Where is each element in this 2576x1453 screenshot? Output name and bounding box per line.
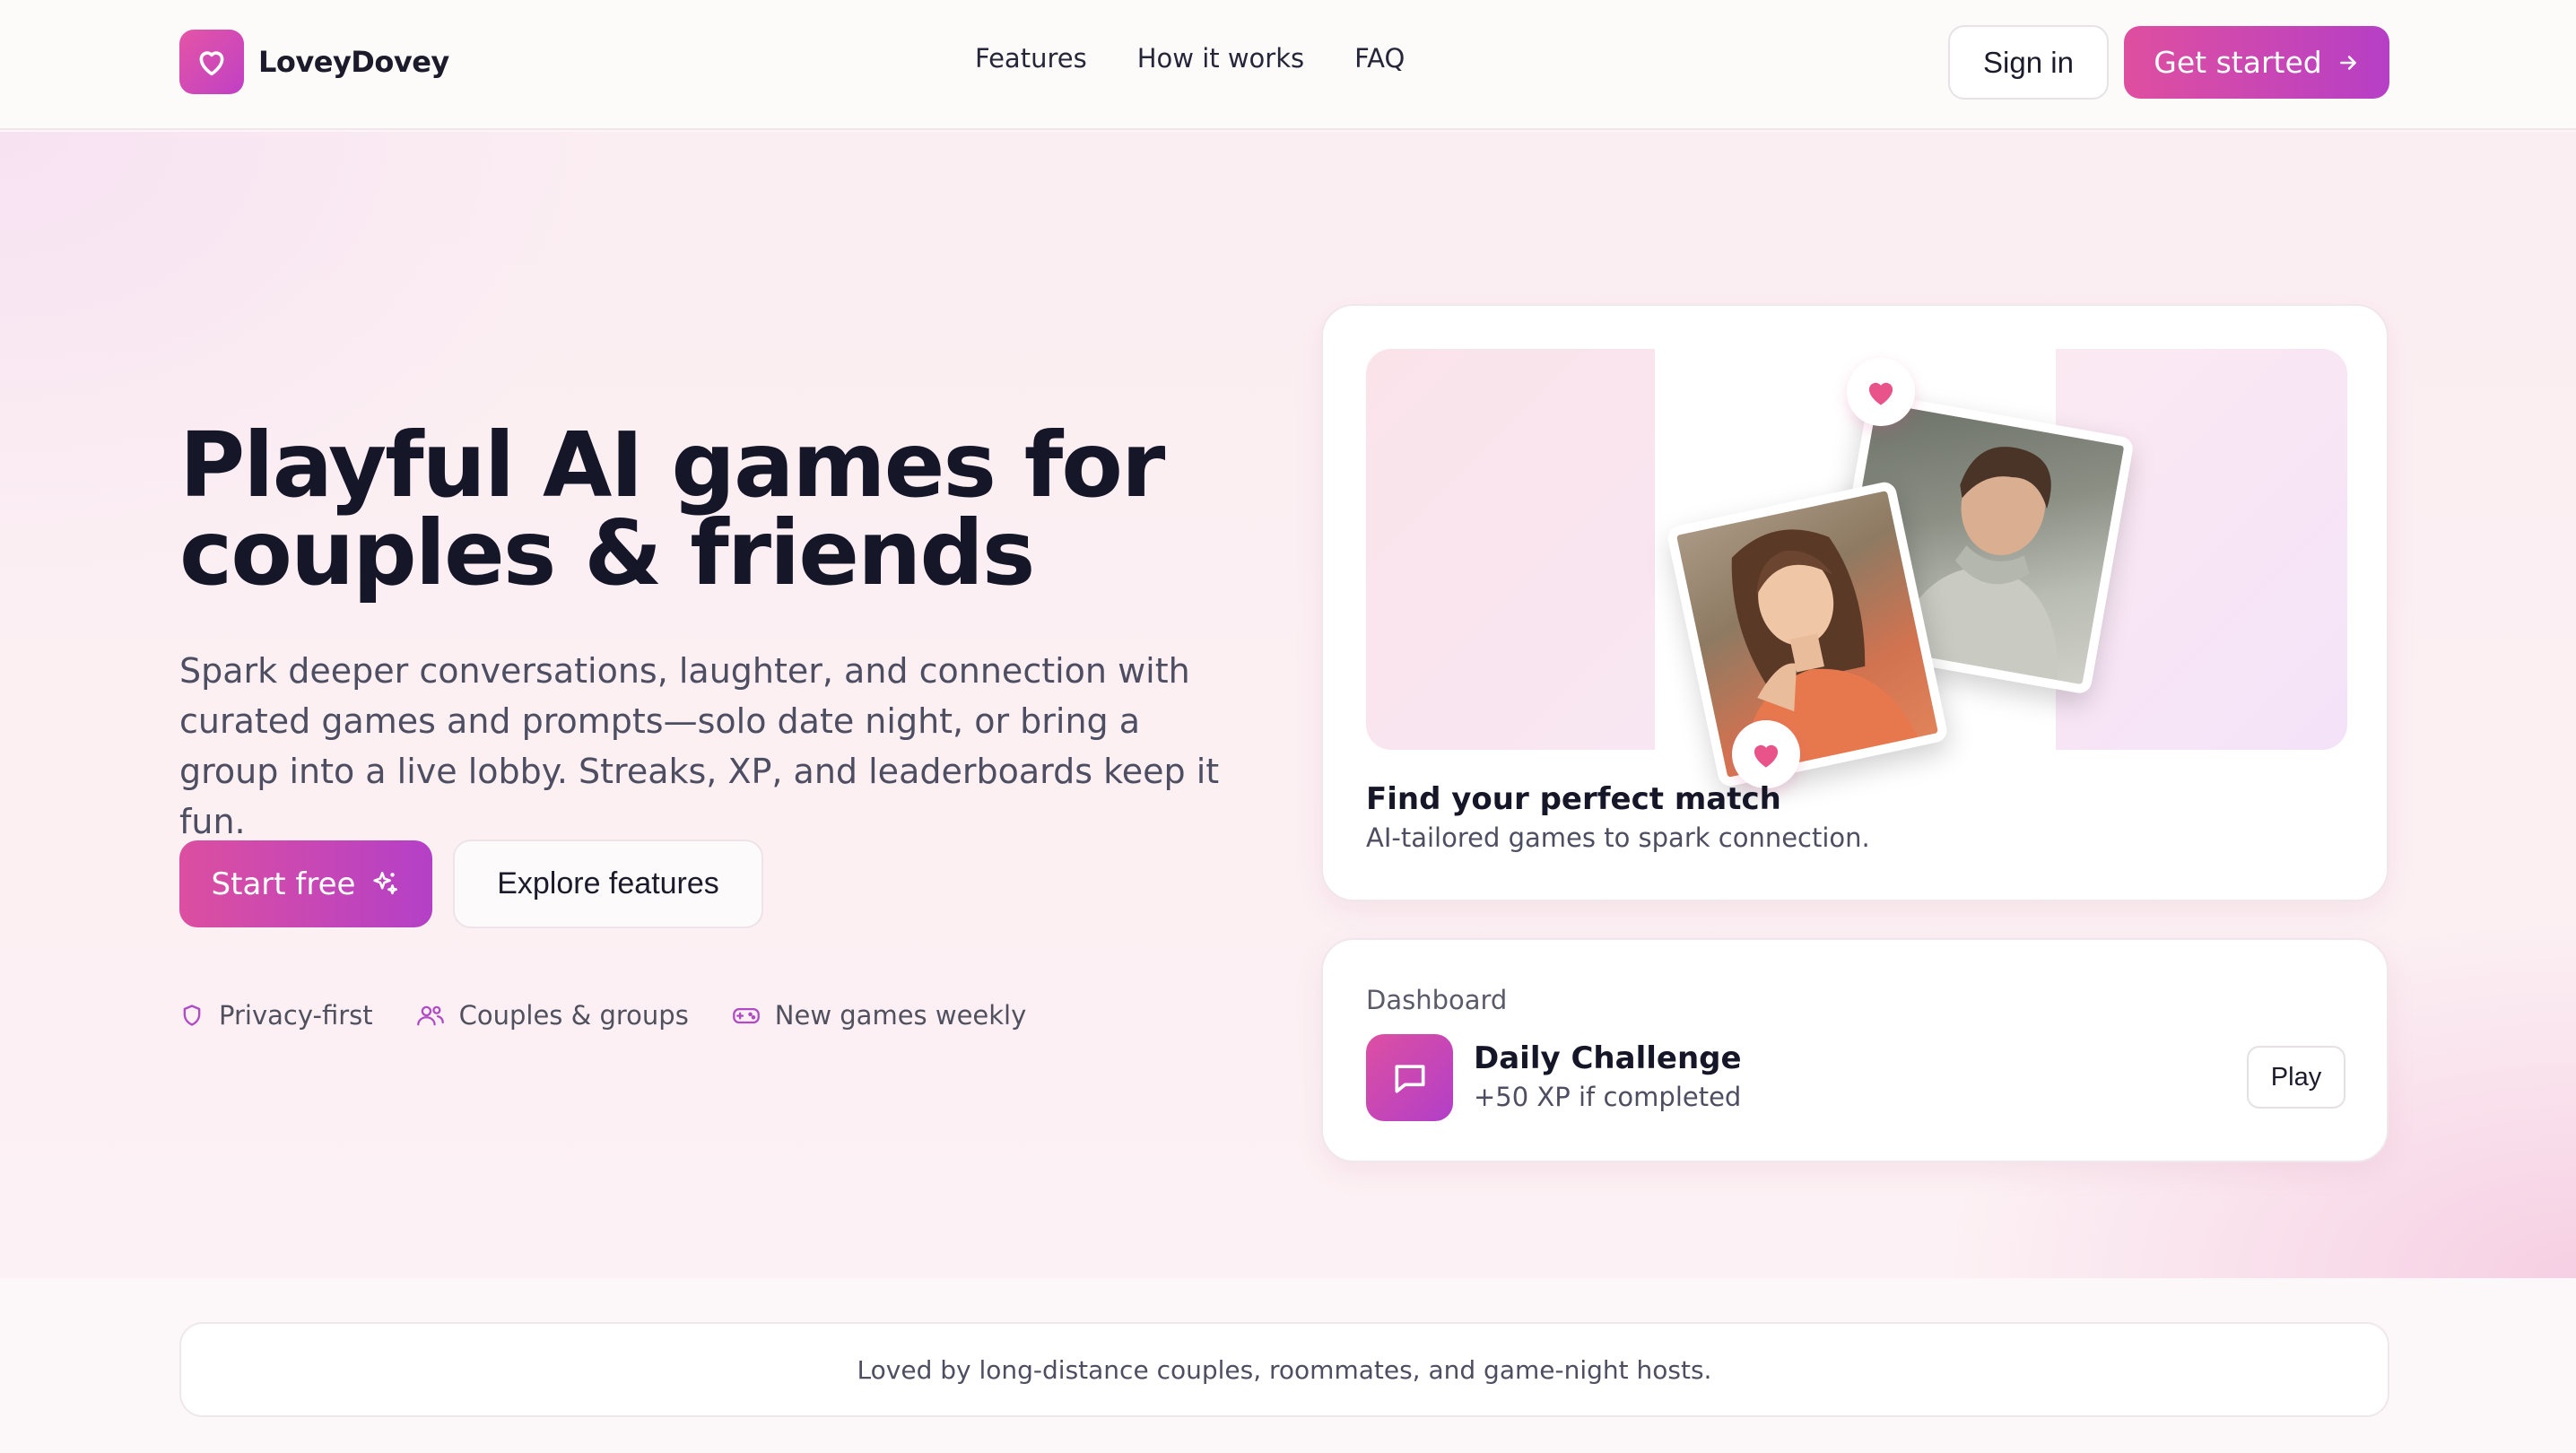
sparkles-icon bbox=[373, 871, 398, 894]
users-icon bbox=[416, 1005, 444, 1026]
get-started-label: Get started bbox=[2154, 45, 2322, 80]
daily-challenge-title: Daily Challenge bbox=[1474, 1040, 1742, 1076]
heart-icon bbox=[179, 30, 244, 94]
badge-label: Couples & groups bbox=[458, 1000, 689, 1031]
sign-in-button[interactable]: Sign in bbox=[1948, 25, 2109, 100]
badge-couples-groups: Couples & groups bbox=[416, 1000, 689, 1031]
play-button[interactable]: Play bbox=[2247, 1046, 2345, 1109]
feature-badges: Privacy-first Couples & groups New games… bbox=[179, 1000, 1069, 1031]
brand[interactable]: LoveyDovey bbox=[179, 30, 449, 94]
shield-icon bbox=[183, 1005, 201, 1026]
explore-features-button[interactable]: Explore features bbox=[453, 840, 763, 928]
card-panel-left bbox=[1366, 349, 1655, 750]
start-free-button[interactable]: Start free bbox=[179, 840, 432, 927]
get-started-button[interactable]: Get started bbox=[2124, 26, 2389, 99]
top-nav: LoveyDovey Features How it works FAQ Sig… bbox=[0, 0, 2576, 130]
start-free-label: Start free bbox=[211, 866, 356, 902]
social-proof-strip: Loved by long-distance couples, roommate… bbox=[179, 1322, 2389, 1417]
headline-line-2: couples & friends bbox=[179, 500, 1035, 605]
badge-privacy: Privacy-first bbox=[179, 1000, 373, 1031]
heart-icon bbox=[1868, 382, 1893, 405]
nav-link-faq[interactable]: FAQ bbox=[1354, 43, 1405, 74]
badge-new-games: New games weekly bbox=[732, 1000, 1026, 1031]
dashboard-label: Dashboard bbox=[1366, 985, 1508, 1015]
hero-subtext: Spark deeper conversations, laughter, an… bbox=[179, 651, 1220, 841]
nav-links: Features How it works FAQ bbox=[975, 43, 1455, 74]
dashboard-card: Dashboard Daily Challenge +50 XP if comp… bbox=[1321, 938, 2389, 1162]
gamepad-icon bbox=[732, 1007, 760, 1024]
badge-label: Privacy-first bbox=[219, 1000, 373, 1031]
heart-bubble-top bbox=[1847, 358, 1915, 426]
match-card: Find your perfect match AI-tailored game… bbox=[1321, 304, 2389, 901]
heart-icon bbox=[1754, 744, 1779, 768]
badge-label: New games weekly bbox=[774, 1000, 1027, 1031]
nav-link-features[interactable]: Features bbox=[975, 43, 1087, 74]
match-card-subtitle: AI-tailored games to spark connection. bbox=[1366, 822, 1870, 853]
match-card-title: Find your perfect match bbox=[1366, 781, 1781, 817]
chat-bubble-icon bbox=[1366, 1034, 1453, 1121]
brand-name: LoveyDovey bbox=[258, 45, 449, 79]
hero-headline: Playful AI games for couples & friends bbox=[179, 421, 1345, 598]
daily-challenge-xp: +50 XP if completed bbox=[1474, 1082, 1742, 1112]
arrow-right-icon bbox=[2339, 55, 2356, 70]
nav-link-how-it-works[interactable]: How it works bbox=[1137, 43, 1304, 74]
heart-bubble-bottom bbox=[1732, 720, 1800, 788]
social-proof-text: Loved by long-distance couples, roommate… bbox=[857, 1354, 1712, 1385]
